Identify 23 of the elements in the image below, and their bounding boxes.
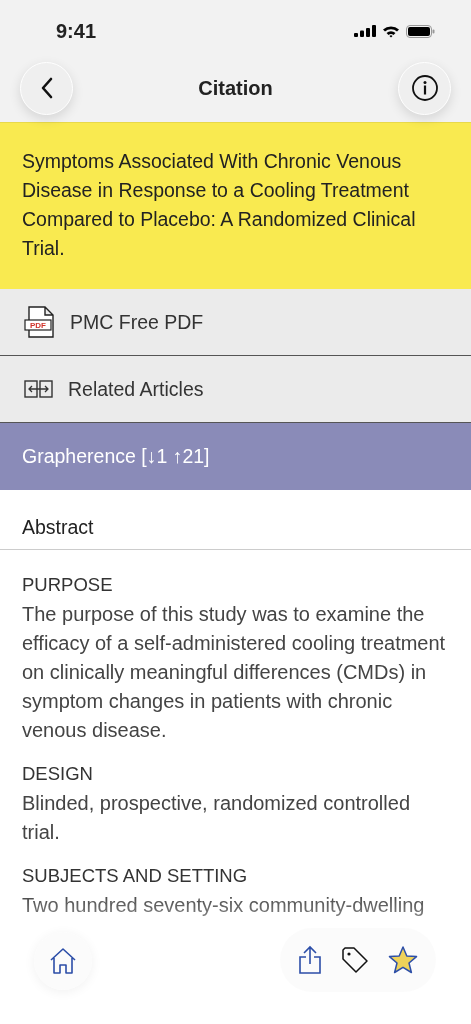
section-heading: DESIGN — [22, 763, 94, 785]
pdf-link[interactable]: PDF PMC Free PDF — [0, 289, 471, 356]
abstract-heading: Abstract — [0, 490, 471, 550]
battery-icon — [406, 24, 435, 38]
related-link[interactable]: Related Articles — [0, 356, 471, 423]
star-icon[interactable] — [388, 945, 419, 975]
back-button[interactable] — [20, 61, 73, 115]
related-articles-icon — [24, 379, 54, 399]
wifi-icon — [382, 24, 400, 38]
section-text: The purpose of this study was to examine the efficacy of a self-administered cooling treatment on clinically meaningful differences (CMDs) in symptom changes in patients with chronic venous disease. — [22, 602, 447, 743]
home-icon — [48, 946, 78, 976]
status-time: 9:41 — [56, 19, 98, 43]
section-heading: SUBJECTS AND SETTING — [22, 865, 249, 887]
article-title: Symptoms Associated With Chronic Venous Disease in Response to a Cooling Treatment Compared to Placebo: A Randomized Clinical Trial. — [22, 150, 416, 259]
signal-icon — [354, 25, 376, 37]
info-icon — [410, 74, 439, 102]
section-text: Two hundred seventy-six community-dwelling — [22, 893, 426, 918]
info-button[interactable] — [398, 61, 451, 115]
tag-icon[interactable] — [341, 946, 369, 974]
nav-title: Citation — [198, 76, 273, 100]
section-heading: PURPOSE — [22, 574, 114, 596]
share-icon[interactable] — [297, 945, 322, 975]
section-text: Blinded, prospective, randomized controlled trial. — [22, 791, 411, 845]
